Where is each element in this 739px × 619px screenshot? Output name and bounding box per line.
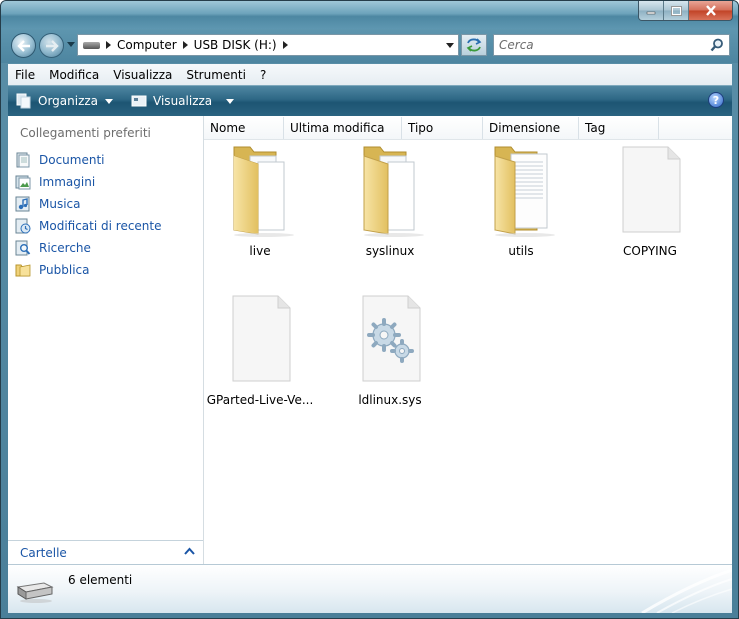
folders-label: Cartelle (20, 546, 67, 560)
minimize-button[interactable] (639, 1, 664, 20)
forward-button[interactable] (39, 33, 64, 58)
favorite-links-list: Documenti Immagini Musica Modificati di … (15, 149, 162, 281)
address-dropdown-icon[interactable] (446, 43, 454, 48)
file-item-gparted[interactable]: GParted-Live-Ve... (200, 291, 320, 407)
close-icon (705, 5, 716, 16)
fav-item-documents[interactable]: Documenti (15, 149, 162, 171)
menu-help[interactable]: ? (253, 68, 273, 82)
navigation-pane: Collegamenti preferiti Documenti Immagin… (8, 116, 204, 564)
file-list-pane: Nome Ultima modifica Tipo Dimensione Tag… (204, 116, 732, 564)
breadcrumb-usb-disk[interactable]: USB DISK (H:) (194, 38, 277, 52)
public-folder-icon (15, 264, 31, 277)
search-input[interactable] (499, 38, 699, 52)
menu-view[interactable]: Visualizza (106, 68, 179, 82)
maximize-button[interactable] (664, 1, 689, 20)
address-bar[interactable]: Computer USB DISK (H:) (77, 34, 459, 56)
file-item-copying[interactable]: COPYING (590, 142, 710, 258)
breadcrumb-computer[interactable]: Computer (117, 38, 177, 52)
documents-icon (16, 152, 30, 168)
address-row: Computer USB DISK (H:) (1, 29, 738, 63)
decorative-swoosh (641, 568, 732, 613)
column-type[interactable]: Tipo (402, 117, 483, 139)
file-item-syslinux[interactable]: syslinux (330, 142, 450, 258)
help-icon: ? (712, 93, 720, 107)
drive-icon (83, 41, 100, 49)
menu-file[interactable]: File (8, 68, 42, 82)
folders-toggle[interactable]: Cartelle (8, 540, 203, 564)
refresh-icon (466, 38, 482, 52)
organize-caret-icon (105, 98, 114, 104)
fav-item-pictures[interactable]: Immagini (15, 171, 162, 193)
maximize-icon (670, 5, 682, 16)
searches-icon (15, 240, 31, 256)
views-button[interactable]: Visualizza (131, 94, 235, 108)
pictures-icon (15, 175, 31, 190)
search-box[interactable] (493, 34, 730, 56)
item-count: 6 elementi (68, 573, 133, 587)
column-size[interactable]: Dimensione (483, 117, 579, 139)
command-bar: Organizza Visualizza ? (8, 85, 732, 116)
column-date-modified[interactable]: Ultima modifica (284, 117, 402, 139)
fav-item-music[interactable]: Musica (15, 193, 162, 215)
column-tags[interactable]: Tag (579, 117, 659, 139)
fav-item-searches[interactable]: Ricerche (15, 237, 162, 259)
explorer-window: Computer USB DISK (H:) File Modifica (0, 0, 739, 619)
close-button[interactable] (689, 1, 732, 20)
back-button[interactable] (11, 33, 36, 58)
file-item-utils[interactable]: utils (461, 142, 581, 258)
folder-icon (494, 146, 555, 237)
crumb-arrow-icon[interactable] (106, 41, 111, 49)
crumb-arrow-icon[interactable] (182, 41, 188, 49)
column-name[interactable]: Nome (204, 117, 284, 139)
menu-tools[interactable]: Strumenti (179, 68, 253, 82)
fav-item-recent[interactable]: Modificati di recente (15, 215, 162, 237)
help-button[interactable]: ? (708, 92, 724, 108)
favorite-links-heading: Collegamenti preferiti (20, 126, 151, 140)
minimize-icon (646, 11, 656, 14)
column-header-row: Nome Ultima modifica Tipo Dimensione Tag (204, 117, 732, 140)
file-icon (232, 295, 291, 382)
crumb-arrow-icon[interactable] (282, 41, 288, 49)
menu-bar: File Modifica Visualizza Strumenti ? (8, 64, 732, 85)
chevron-up-icon[interactable] (184, 547, 195, 555)
title-bar[interactable] (1, 1, 738, 29)
folder-icon (363, 146, 424, 237)
back-arrow-icon (16, 39, 30, 52)
recent-pages-dropdown[interactable] (67, 42, 75, 47)
refresh-button[interactable] (461, 34, 487, 56)
music-icon (15, 196, 30, 212)
recent-icon (15, 218, 31, 234)
file-icon (622, 146, 681, 233)
system-file-icon (362, 295, 421, 382)
file-item-ldlinux[interactable]: ldlinux.sys (330, 291, 450, 407)
views-label: Visualizza (153, 94, 213, 108)
details-pane: 6 elementi (8, 564, 732, 613)
usb-drive-icon (16, 582, 54, 603)
organize-button[interactable]: Organizza (16, 93, 114, 109)
search-icon[interactable] (710, 38, 724, 52)
organize-label: Organizza (38, 94, 99, 108)
forward-arrow-icon (45, 39, 59, 52)
fav-item-public[interactable]: Pubblica (15, 259, 162, 281)
folder-icon (233, 146, 294, 237)
organize-icon (16, 93, 31, 109)
file-item-live[interactable]: live (200, 142, 320, 258)
views-icon (131, 95, 147, 107)
views-caret-icon (226, 98, 235, 104)
menu-edit[interactable]: Modifica (42, 68, 106, 82)
caption-buttons (638, 1, 733, 21)
